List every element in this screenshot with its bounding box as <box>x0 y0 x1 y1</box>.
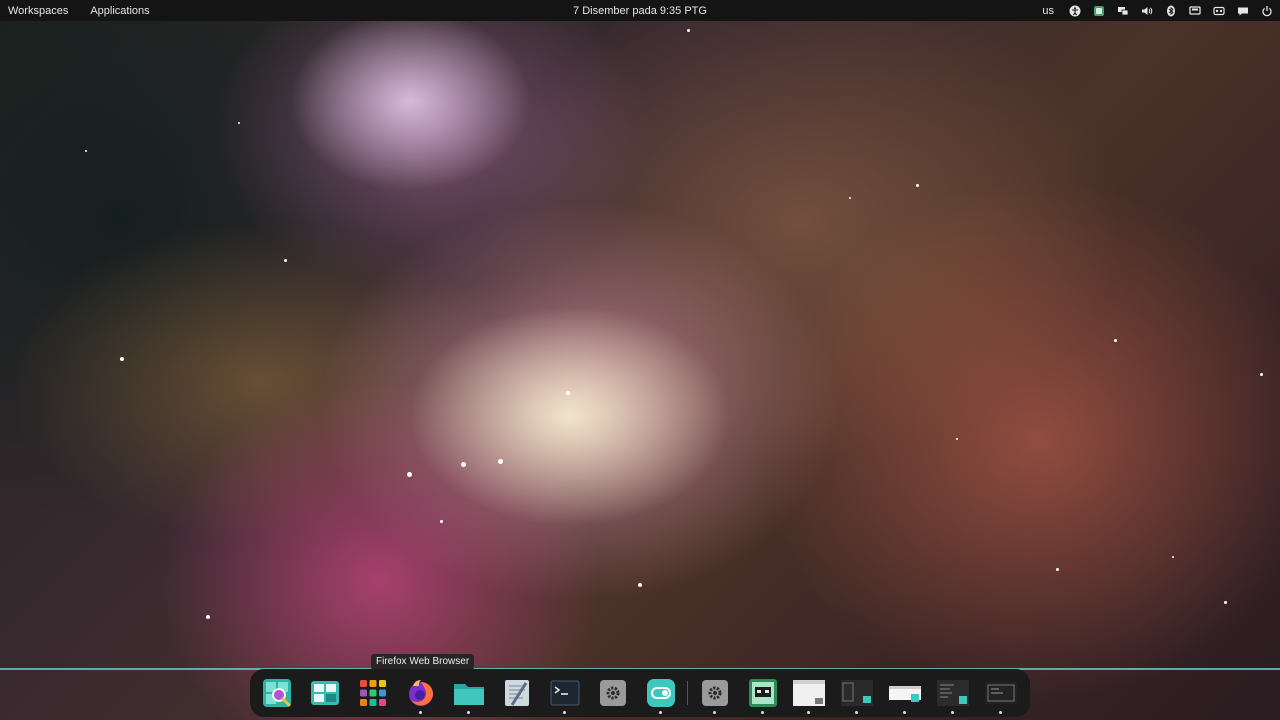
window-thumbnail-icon <box>841 680 873 706</box>
window-thumbnail-icon <box>937 680 969 706</box>
dock-item-text-editor[interactable] <box>501 677 533 709</box>
running-indicator <box>999 711 1002 714</box>
dock-item-settings[interactable] <box>597 677 629 709</box>
running-indicator <box>419 711 422 714</box>
notifications-icon[interactable] <box>1236 4 1250 18</box>
star <box>120 357 124 361</box>
accessibility-icon[interactable] <box>1068 4 1082 18</box>
firefox-icon <box>409 680 433 706</box>
display-icon[interactable] <box>1116 4 1130 18</box>
dock-item-window-5[interactable] <box>985 677 1017 714</box>
window-thumbnail-icon <box>793 680 825 706</box>
running-indicator <box>659 711 662 714</box>
dock <box>250 669 1030 717</box>
bluetooth-icon[interactable] <box>1164 4 1178 18</box>
system-tray: us <box>1042 0 1274 21</box>
running-indicator <box>467 711 470 714</box>
window-thumbnail-icon <box>889 686 921 702</box>
dock-item-search[interactable] <box>261 677 293 709</box>
game-app-icon <box>749 679 777 707</box>
dock-item-toggle-app[interactable] <box>645 677 677 714</box>
power-icon[interactable] <box>1260 4 1274 18</box>
star <box>687 29 690 32</box>
star <box>916 184 919 187</box>
dock-tooltip: Firefox Web Browser <box>371 654 475 670</box>
dock-item-applications[interactable] <box>357 677 389 709</box>
star <box>284 259 287 262</box>
keyboard-layout-indicator[interactable]: us <box>1042 5 1054 17</box>
dock-item-files[interactable] <box>453 677 485 714</box>
dock-item-game-app[interactable] <box>747 677 779 714</box>
star <box>638 583 642 587</box>
running-indicator <box>855 711 858 714</box>
settings-icon <box>600 680 626 706</box>
star <box>566 391 570 395</box>
battery-icon[interactable] <box>1212 4 1226 18</box>
star <box>498 459 503 464</box>
volume-icon[interactable] <box>1140 4 1154 18</box>
running-indicator <box>713 711 716 714</box>
running-indicator <box>761 711 764 714</box>
star <box>238 122 240 124</box>
dock-item-terminal[interactable] <box>549 677 581 714</box>
running-indicator <box>563 711 566 714</box>
dock-item-firefox[interactable] <box>405 677 437 714</box>
clock[interactable]: 7 Disember pada 9:35 PTG <box>573 5 707 17</box>
running-indicator <box>903 711 906 714</box>
star <box>206 615 210 619</box>
settings-icon <box>702 680 728 706</box>
toggle-app-icon <box>647 679 675 707</box>
star <box>461 462 466 467</box>
app-grid-icon <box>360 680 386 706</box>
star <box>407 472 412 477</box>
dock-item-window-3[interactable] <box>889 677 921 714</box>
terminal-icon <box>550 680 580 706</box>
folder-icon <box>454 684 484 705</box>
dock-separator <box>687 681 688 705</box>
star <box>1056 568 1059 571</box>
running-indicator <box>807 711 810 714</box>
star <box>1172 556 1174 558</box>
window-thumbnail-icon <box>985 682 1017 704</box>
star <box>440 520 443 523</box>
dock-item-window-4[interactable] <box>937 677 969 714</box>
star <box>956 438 958 440</box>
desktop-wallpaper <box>0 21 1280 720</box>
running-indicator <box>951 711 954 714</box>
workspaces-button[interactable]: Workspaces <box>8 5 68 17</box>
screen-icon[interactable] <box>1188 4 1202 18</box>
app-indicator-icon[interactable] <box>1092 4 1106 18</box>
star <box>85 150 87 152</box>
star <box>1224 601 1227 604</box>
text-editor-icon <box>505 680 529 706</box>
dock-item-window-1[interactable] <box>793 677 825 714</box>
search-app-icon <box>263 679 291 707</box>
dock-item-workspaces[interactable] <box>309 677 341 709</box>
workspace-grid-icon <box>311 681 339 705</box>
star <box>1114 339 1117 342</box>
dock-item-settings-running[interactable] <box>699 677 731 714</box>
applications-menu-button[interactable]: Applications <box>90 5 149 17</box>
star <box>849 197 851 199</box>
star <box>1260 373 1263 376</box>
dock-item-window-2[interactable] <box>841 677 873 714</box>
top-panel: Workspaces Applications 7 Disember pada … <box>0 0 1280 21</box>
